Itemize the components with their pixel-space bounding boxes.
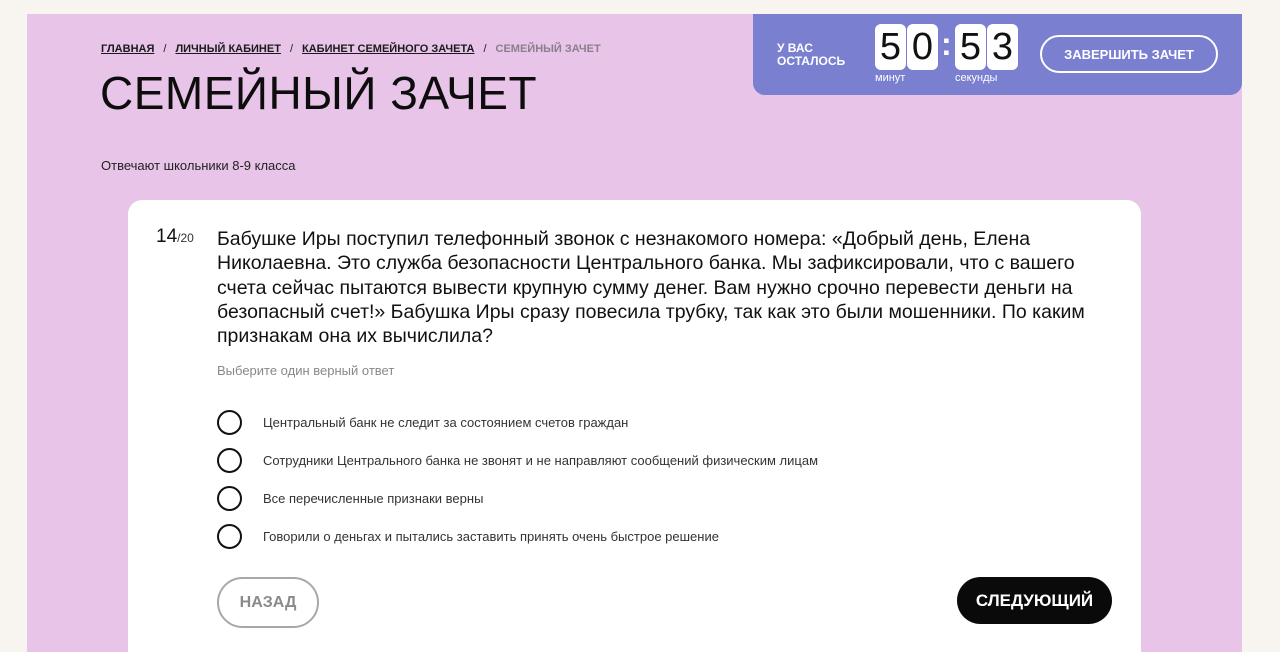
answer-options: Центральный банк не следит за состоянием… — [217, 403, 818, 555]
timer-seconds-ones: 3 — [987, 24, 1018, 70]
timer-minutes-label: минут — [875, 72, 906, 84]
breadcrumb-separator: / — [163, 43, 167, 55]
timer-minutes-ones: 0 — [907, 24, 938, 70]
radio-button[interactable] — [217, 409, 242, 435]
timer-minutes-tens: 5 — [875, 24, 906, 70]
radio-button[interactable] — [217, 447, 242, 473]
answer-option[interactable]: Центральный банк не следит за состоянием… — [217, 403, 818, 441]
finish-test-button[interactable]: ЗАВЕРШИТЬ ЗАЧЕТ — [1040, 35, 1218, 73]
timer-separator: : — [941, 26, 952, 62]
answer-option-label: Все перечисленные признаки верны — [263, 490, 484, 506]
question-total: /20 — [177, 231, 194, 245]
radio-button[interactable] — [217, 485, 242, 511]
breadcrumb-link-family-cabinet[interactable]: КАБИНЕТ СЕМЕЙНОГО ЗАЧЕТА — [302, 43, 474, 55]
question-counter: 14/20 — [156, 226, 194, 248]
breadcrumb: ГЛАВНАЯ / ЛИЧНЫЙ КАБИНЕТ / КАБИНЕТ СЕМЕЙ… — [101, 43, 601, 55]
breadcrumb-separator: / — [289, 43, 293, 55]
audience-note: Отвечают школьники 8-9 класса — [101, 158, 296, 173]
breadcrumb-link-home[interactable]: ГЛАВНАЯ — [101, 43, 154, 55]
answer-option[interactable]: Говорили о деньгах и пытались заставить … — [217, 517, 818, 555]
next-button[interactable]: СЛЕДУЮЩИЙ — [957, 577, 1112, 624]
question-card: 14/20 Бабушке Иры поступил телефонный зв… — [128, 200, 1141, 652]
timer-caption: У ВАС ОСТАЛОСЬ — [777, 41, 846, 68]
answer-option-label: Центральный банк не следит за состоянием… — [263, 414, 629, 430]
answer-option[interactable]: Сотрудники Центрального банка не звонят … — [217, 441, 818, 479]
question-text: Бабушке Иры поступил телефонный звонок с… — [217, 228, 1085, 348]
back-button[interactable]: НАЗАД — [217, 577, 319, 628]
breadcrumb-current: СЕМЕЙНЫЙ ЗАЧЕТ — [495, 43, 601, 55]
answer-hint: Выберите один верный ответ — [217, 363, 395, 378]
timer-seconds-tens: 5 — [955, 24, 986, 70]
breadcrumb-link-account[interactable]: ЛИЧНЫЙ КАБИНЕТ — [175, 43, 281, 55]
radio-button[interactable] — [217, 523, 242, 549]
breadcrumb-separator: / — [483, 43, 487, 55]
timer-seconds-label: секунды — [955, 72, 998, 84]
question-number: 14 — [156, 226, 178, 247]
answer-option[interactable]: Все перечисленные признаки верны — [217, 479, 818, 517]
answer-option-label: Говорили о деньгах и пытались заставить … — [263, 528, 719, 544]
answer-option-label: Сотрудники Центрального банка не звонят … — [263, 452, 819, 468]
timer-panel: У ВАС ОСТАЛОСЬ 5 0 : 5 3 минут секунды З… — [753, 14, 1242, 95]
page-title: СЕМЕЙНЫЙ ЗАЧЕТ — [100, 67, 538, 119]
